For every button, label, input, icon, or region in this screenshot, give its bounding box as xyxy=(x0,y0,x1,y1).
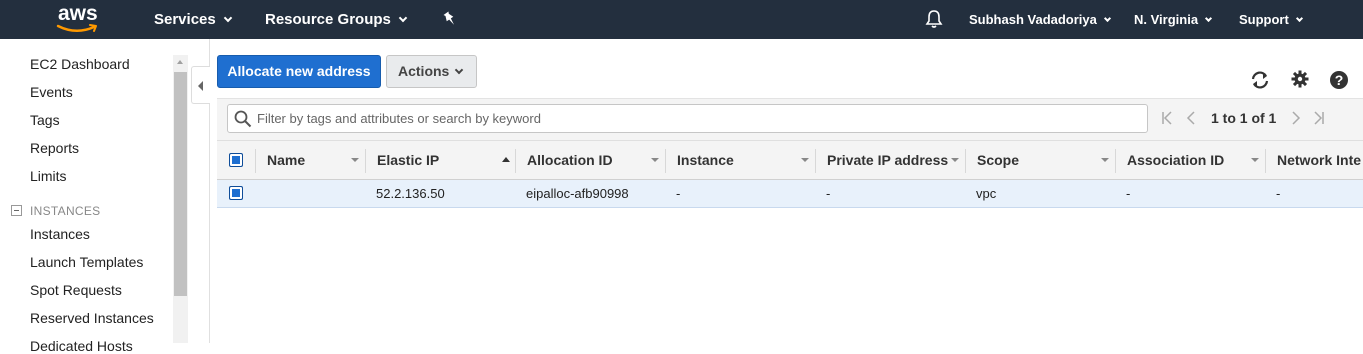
cell-scope: vpc xyxy=(976,186,997,201)
cell-private-ip: - xyxy=(826,186,831,201)
sidebar-item-ec2-dashboard[interactable]: EC2 Dashboard xyxy=(30,56,130,72)
filter-bar: Filter by tags and attributes or search … xyxy=(217,98,1363,140)
sidebar-item-limits[interactable]: Limits xyxy=(30,168,67,184)
sidebar-item-events[interactable]: Events xyxy=(30,84,73,100)
column-divider xyxy=(815,149,816,173)
sidebar-item-launch-templates[interactable]: Launch Templates xyxy=(30,254,143,270)
pagination-text: 1 to 1 of 1 xyxy=(1211,110,1277,126)
top-nav: aws Services Resource Groups Subhash Vad… xyxy=(0,0,1363,39)
column-header-scope[interactable]: Scope xyxy=(977,141,1019,180)
column-divider xyxy=(965,149,966,173)
sidebar-item-reports[interactable]: Reports xyxy=(30,140,79,156)
chevron-down-icon xyxy=(223,13,232,23)
cell-instance: - xyxy=(676,186,681,201)
sidebar-section-instances[interactable]: INSTANCES xyxy=(11,204,101,218)
chevron-down-icon xyxy=(455,65,464,75)
search-input[interactable]: Filter by tags and attributes or search … xyxy=(227,104,1148,133)
last-page-icon[interactable] xyxy=(1313,110,1325,126)
column-header-network-interface[interactable]: Network Inte xyxy=(1277,141,1363,180)
pin-icon[interactable] xyxy=(443,11,457,27)
refresh-icon[interactable] xyxy=(1249,70,1271,90)
resource-groups-menu[interactable]: Resource Groups xyxy=(265,0,408,39)
services-label: Services xyxy=(154,11,216,28)
column-header-elastic-ip[interactable]: Elastic IP xyxy=(377,141,439,180)
column-header-allocation-id[interactable]: Allocation ID xyxy=(527,141,613,180)
table-row[interactable]: 52.2.136.50 eipalloc-afb90998 - - vpc - … xyxy=(217,180,1363,208)
cell-network-interface: - xyxy=(1276,186,1281,201)
column-divider xyxy=(365,149,366,173)
search-icon xyxy=(234,110,252,128)
aws-logo-text: aws xyxy=(58,2,98,25)
collapse-icon[interactable] xyxy=(11,205,22,216)
section-label: INSTANCES xyxy=(30,204,101,218)
next-page-icon[interactable] xyxy=(1291,110,1301,126)
sidebar-item-spot-requests[interactable]: Spot Requests xyxy=(30,282,122,298)
column-divider xyxy=(1265,149,1266,173)
sort-icon[interactable] xyxy=(951,158,959,162)
chevron-down-icon xyxy=(1205,14,1213,23)
support-label: Support xyxy=(1239,12,1289,27)
column-divider xyxy=(1115,149,1116,173)
column-divider xyxy=(255,149,256,173)
column-header-instance[interactable]: Instance xyxy=(677,141,734,180)
sort-ascending-icon[interactable] xyxy=(502,157,510,162)
support-menu[interactable]: Support xyxy=(1239,0,1303,39)
bell-icon[interactable] xyxy=(924,9,944,29)
sort-icon[interactable] xyxy=(1101,158,1109,162)
allocate-new-address-button[interactable]: Allocate new address xyxy=(217,55,381,88)
elastic-ip-table: Filter by tags and attributes or search … xyxy=(217,98,1363,343)
column-header-name[interactable]: Name xyxy=(267,141,305,180)
column-divider xyxy=(665,149,666,173)
actions-label: Actions xyxy=(398,63,450,79)
select-all-checkbox[interactable] xyxy=(229,153,243,167)
column-header-private-ip[interactable]: Private IP address xyxy=(827,141,948,180)
region-name: N. Virginia xyxy=(1134,12,1199,27)
svg-text:?: ? xyxy=(1335,72,1344,88)
cell-elastic-ip: 52.2.136.50 xyxy=(376,186,445,201)
resource-groups-label: Resource Groups xyxy=(265,11,391,28)
collapse-sidebar-button[interactable] xyxy=(191,66,210,104)
sidebar: EC2 Dashboard Events Tags Reports Limits… xyxy=(0,39,210,354)
actions-dropdown[interactable]: Actions xyxy=(386,55,477,88)
search-placeholder: Filter by tags and attributes or search … xyxy=(257,111,541,126)
sidebar-item-instances[interactable]: Instances xyxy=(30,226,90,242)
column-divider xyxy=(515,149,516,173)
previous-page-icon[interactable] xyxy=(1186,110,1196,126)
cell-allocation-id: eipalloc-afb90998 xyxy=(526,186,629,201)
aws-smile-icon xyxy=(56,24,97,32)
chevron-down-icon xyxy=(1295,14,1303,23)
help-icon[interactable]: ? xyxy=(1329,70,1349,90)
sidebar-item-tags[interactable]: Tags xyxy=(30,112,60,128)
column-header-association-id[interactable]: Association ID xyxy=(1127,141,1224,180)
cell-association-id: - xyxy=(1126,186,1131,201)
aws-logo[interactable]: aws xyxy=(56,2,100,36)
user-menu[interactable]: Subhash Vadadoriya xyxy=(969,0,1111,39)
services-menu[interactable]: Services xyxy=(154,0,232,39)
sidebar-scroll-thumb[interactable] xyxy=(174,72,187,296)
settings-gear-icon[interactable] xyxy=(1291,70,1309,88)
table-header: Name Elastic IP Allocation ID Instance P… xyxy=(217,140,1363,180)
sidebar-item-dedicated-hosts[interactable]: Dedicated Hosts xyxy=(30,338,133,354)
sort-icon[interactable] xyxy=(801,158,809,162)
user-name: Subhash Vadadoriya xyxy=(969,12,1097,27)
sort-icon[interactable] xyxy=(651,158,659,162)
first-page-icon[interactable] xyxy=(1161,110,1173,126)
chevron-down-icon xyxy=(1103,14,1111,23)
region-menu[interactable]: N. Virginia xyxy=(1134,0,1213,39)
row-checkbox[interactable] xyxy=(229,186,243,200)
sort-icon[interactable] xyxy=(351,158,359,162)
sort-icon[interactable] xyxy=(1251,158,1259,162)
sidebar-item-reserved-instances[interactable]: Reserved Instances xyxy=(30,310,154,326)
chevron-down-icon xyxy=(398,13,408,23)
scroll-up-icon[interactable] xyxy=(177,60,183,64)
